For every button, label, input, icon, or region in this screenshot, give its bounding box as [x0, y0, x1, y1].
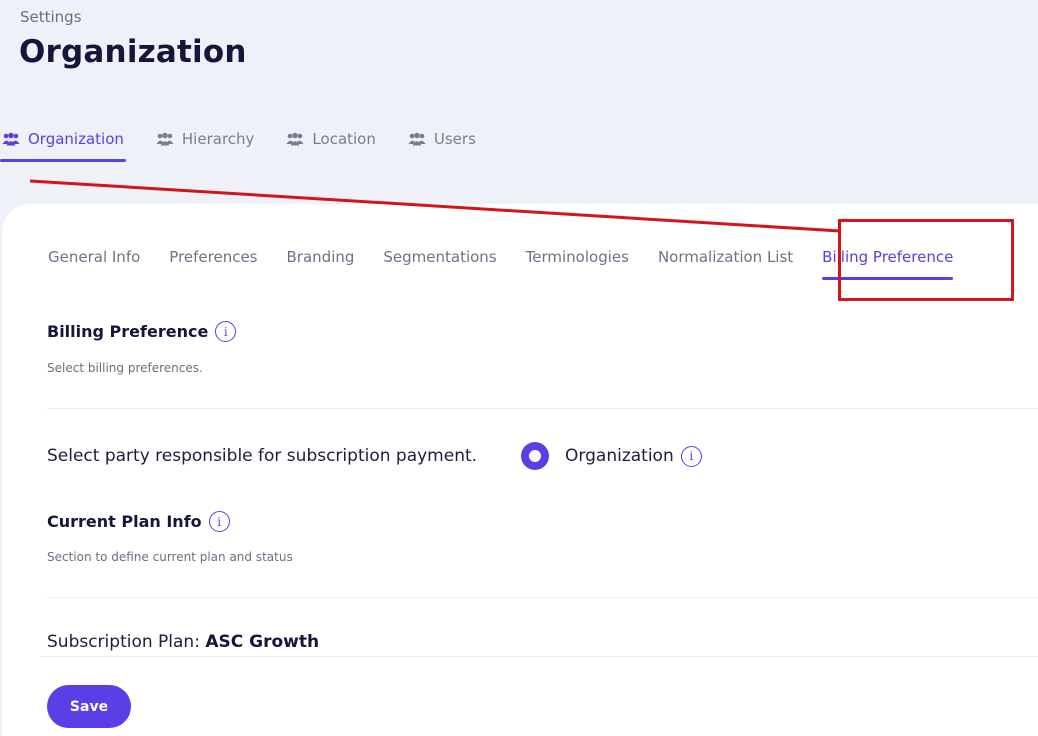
- page-title: Organization: [19, 34, 247, 70]
- info-icon[interactable]: i: [208, 511, 230, 532]
- tab-hierarchy[interactable]: Hierarchy: [154, 130, 257, 162]
- tab-label: Location: [312, 130, 376, 148]
- billing-section-description: Select billing preferences.: [47, 361, 203, 375]
- billing-party-row: Select party responsible for subscriptio…: [47, 442, 702, 470]
- plan-title-text: Current Plan Info: [47, 512, 202, 531]
- subscription-label: Subscription Plan:: [47, 632, 206, 652]
- subtab-normalization-list[interactable]: Normalization List: [658, 248, 793, 280]
- plan-section-description: Section to define current plan and statu…: [47, 550, 293, 564]
- users-icon: [2, 132, 20, 146]
- info-icon[interactable]: i: [680, 445, 702, 467]
- tab-users[interactable]: Users: [406, 130, 478, 162]
- billing-section-title: Billing Preference i: [47, 321, 237, 342]
- users-icon: [408, 132, 426, 146]
- subscription-value: ASC Growth: [205, 632, 320, 652]
- subtab-terminologies[interactable]: Terminologies: [526, 248, 629, 280]
- save-button[interactable]: Save: [47, 685, 131, 728]
- subtab-preferences[interactable]: Preferences: [169, 248, 257, 280]
- tab-label: Hierarchy: [181, 130, 255, 148]
- tab-label: Users: [433, 130, 476, 148]
- subtab-billing-preference[interactable]: Billing Preference: [822, 248, 954, 280]
- settings-page: Settings Organization Organization Hiera…: [0, 0, 1038, 736]
- users-icon: [286, 132, 304, 146]
- organization-radio[interactable]: [521, 442, 550, 470]
- footer-divider: [40, 656, 1038, 657]
- tab-label: Organization: [28, 130, 124, 148]
- tab-organization[interactable]: Organization: [0, 130, 126, 162]
- subtab-branding[interactable]: Branding: [287, 248, 355, 280]
- breadcrumb: Settings: [20, 8, 82, 26]
- plan-section-title: Current Plan Info i: [47, 511, 230, 532]
- subtab-general-info[interactable]: General Info: [48, 248, 140, 280]
- billing-title-text: Billing Preference: [47, 322, 209, 341]
- tab-location[interactable]: Location: [284, 130, 377, 162]
- divider: [47, 408, 1038, 409]
- sub-tabs: General Info Preferences Branding Segmen…: [48, 248, 982, 280]
- subtab-segmentations[interactable]: Segmentations: [383, 248, 496, 280]
- top-tabs: Organization Hierarchy Location Users: [0, 130, 506, 162]
- users-icon: [156, 132, 174, 146]
- party-label: Select party responsible for subscriptio…: [47, 446, 478, 466]
- info-icon[interactable]: i: [215, 321, 237, 342]
- divider: [47, 597, 1038, 598]
- radio-dot: [529, 450, 542, 462]
- radio-label[interactable]: Organization: [565, 446, 674, 466]
- subscription-plan-row: Subscription Plan: ASC Growth: [47, 632, 319, 652]
